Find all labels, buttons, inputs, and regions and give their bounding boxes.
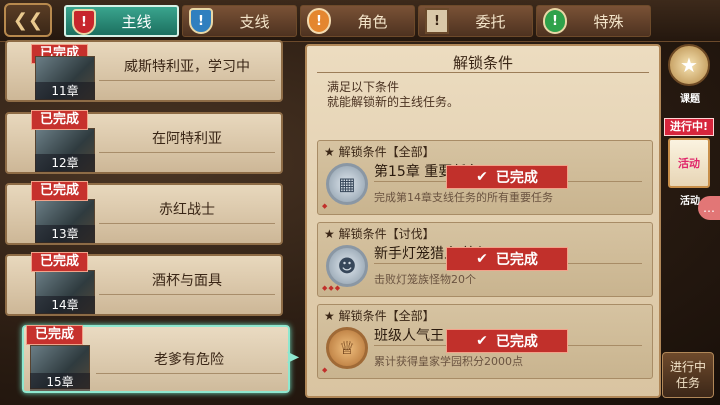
tab-main-quest[interactable]: ! 主线: [64, 5, 179, 37]
rank-dots: ◆◆◆: [322, 284, 342, 292]
completed-badge: 已完成: [31, 181, 89, 201]
completed-badge: 已完成: [31, 252, 89, 272]
selected-arrow-icon: ➤: [284, 347, 300, 368]
panel-title: 解锁条件: [452, 54, 513, 72]
tab-character[interactable]: ! 角色: [300, 5, 415, 37]
cat-lantern-icon: ☻: [326, 245, 368, 287]
completed-badge: 已完成: [31, 110, 89, 130]
tab-side-quest[interactable]: ! 支线: [182, 5, 297, 37]
ongoing-quests-button[interactable]: 进行中 任务: [662, 352, 714, 398]
desc-line: 满足以下条件: [327, 80, 400, 94]
chapter-item-13[interactable]: 13章 赤红战士 已完成: [5, 181, 283, 245]
tab-label: 主线: [121, 12, 152, 31]
condition-header: ★ 解锁条件【全部】: [324, 145, 435, 159]
event-ongoing-tag: 进行中!: [664, 118, 714, 136]
condition-card: ★ 解锁条件【讨伐】 ☻ 新手灯笼猎人 等级3 击败灯笼族怪物20个 ✔ 已完成 …: [317, 222, 653, 297]
completed-badge: 已完成: [26, 325, 84, 345]
check-icon: ✔: [476, 251, 488, 267]
completed-stamp: ✔ 已完成: [446, 247, 568, 271]
condition-header: ★ 解锁条件【讨伐】: [324, 227, 435, 241]
check-icon: ✔: [476, 169, 488, 185]
unlock-conditions-panel: 解锁条件 满足以下条件 就能解锁新的主线任务。 ★ 解锁条件【全部】 ▦ 第15…: [305, 44, 661, 398]
chapter-number: 11章: [35, 82, 95, 100]
chapter-title: 威斯特利亚，学习中: [99, 56, 275, 81]
event-button[interactable]: 活动: [668, 138, 710, 188]
chapter-number: 13章: [35, 225, 95, 243]
condition-card: ★ 解锁条件【全部】 ▦ 第15章 重要任务 完成第14章支线任务的所有重要任务…: [317, 140, 653, 215]
condition-card: ★ 解锁条件【全部】 ♕ 班级人气王 累计获得皇家学园积分2000点 ✔ 已完成 …: [317, 304, 653, 379]
star-icon: ★: [680, 53, 698, 77]
top-bar: ❮❮ ! 主线 ! 支线 ! 角色 ! 委托 ! 特殊: [0, 0, 720, 42]
chat-bubble-icon[interactable]: …: [698, 196, 720, 220]
tab-label: 委托: [475, 12, 506, 31]
chapter-title: 老爹有危险: [96, 349, 282, 374]
back-arrow-icon: ❮❮: [12, 9, 44, 31]
course-label: 课题: [680, 94, 700, 105]
book-icon: ▦: [326, 163, 368, 205]
chapter-item-12[interactable]: 12章 在阿特利亚 已完成: [5, 110, 283, 174]
rank-dots: ◆: [322, 366, 329, 374]
course-star-button[interactable]: ★: [668, 44, 710, 86]
medal-icon: ♕: [326, 327, 368, 369]
chapter-item-15-selected[interactable]: 15章 老爹有危险 已完成 ➤: [22, 325, 300, 393]
tab-label: 支线: [239, 12, 270, 31]
condition-header: ★ 解锁条件【全部】: [324, 309, 435, 323]
chapter-title: 赤红战士: [99, 199, 275, 224]
tab-label: 特殊: [593, 12, 624, 31]
completed-stamp: ✔ 已完成: [446, 329, 568, 353]
chapter-item-11[interactable]: 已完成 11章 威斯特利亚，学习中: [5, 40, 283, 102]
chapter-title: 酒杯与面具: [99, 270, 275, 295]
chapter-number: 12章: [35, 154, 95, 172]
desc-line: 就能解锁新的主线任务。: [327, 95, 460, 109]
tab-label: 角色: [357, 12, 388, 31]
tab-commission[interactable]: ! 委托: [418, 5, 533, 37]
chapter-number: 15章: [30, 373, 90, 391]
panel-description: 满足以下条件 就能解锁新的主线任务。: [327, 80, 459, 110]
rank-dots: ◆: [322, 202, 329, 210]
back-button[interactable]: ❮❮: [4, 3, 52, 37]
button-label: 任务: [675, 376, 700, 390]
chapter-number: 14章: [35, 296, 95, 314]
check-icon: ✔: [476, 333, 488, 349]
chapter-item-14[interactable]: 14章 酒杯与面具 已完成: [5, 252, 283, 316]
condition-name: 班级人气王: [374, 328, 444, 344]
tab-special[interactable]: ! 特殊: [536, 5, 651, 37]
title-divider: [317, 72, 649, 73]
condition-desc: 完成第14章支线任务的所有重要任务: [374, 191, 553, 204]
button-label: 进行中: [669, 360, 706, 374]
condition-desc: 击败灯笼族怪物20个: [374, 273, 476, 286]
completed-stamp: ✔ 已完成: [446, 165, 568, 189]
condition-desc: 累计获得皇家学园积分2000点: [374, 355, 523, 368]
chapter-title: 在阿特利亚: [99, 128, 275, 153]
